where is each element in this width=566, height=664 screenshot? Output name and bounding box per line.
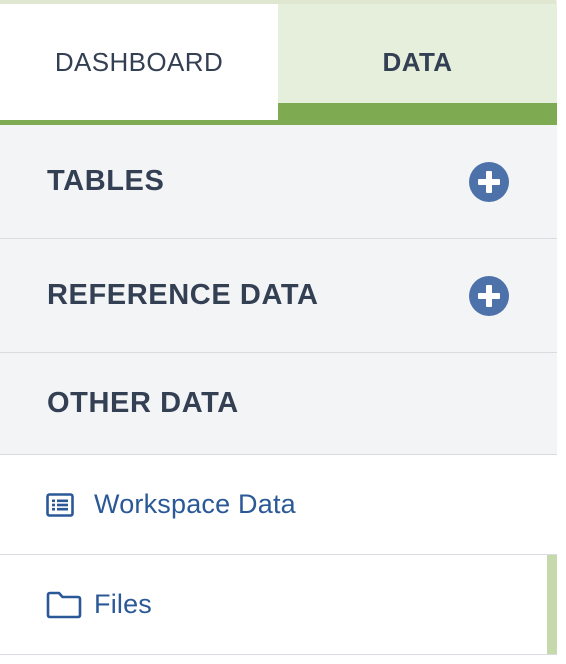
- section-tables-title: TABLES: [47, 165, 165, 197]
- add-table-button[interactable]: [469, 161, 509, 202]
- list-alt-icon: [46, 492, 74, 517]
- add-reference-data-button[interactable]: [469, 275, 509, 316]
- section-reference-data: REFERENCE DATA: [0, 239, 557, 353]
- folder-icon: [46, 591, 82, 619]
- sidebar-item-files[interactable]: Files: [0, 555, 557, 655]
- sidebar-item-workspace-label: Workspace Data: [94, 489, 296, 519]
- tab-dashboard[interactable]: DASHBOARD: [0, 4, 278, 120]
- next-list-item-edge: [0, 655, 557, 664]
- data-sidebar-page: DASHBOARD DATA TABLES REFERENCE DATA OTH…: [0, 0, 566, 664]
- section-other-title: OTHER DATA: [47, 387, 239, 419]
- tab-dashboard-label: DASHBOARD: [54, 46, 224, 77]
- sidebar-panel: DASHBOARD DATA TABLES REFERENCE DATA OTH…: [0, 4, 557, 664]
- tab-data-label: DATA: [382, 46, 453, 77]
- active-item-indicator: [547, 555, 557, 654]
- tab-data[interactable]: DATA: [278, 4, 557, 120]
- section-tables: TABLES: [0, 125, 557, 239]
- section-reference-title: REFERENCE DATA: [47, 279, 319, 311]
- content-edge: [557, 0, 566, 664]
- sidebar-item-workspace-data[interactable]: Workspace Data: [0, 455, 557, 555]
- sidebar-item-files-label: Files: [94, 589, 153, 619]
- tab-bar: DASHBOARD DATA: [0, 4, 557, 125]
- section-other-data: OTHER DATA: [0, 353, 557, 455]
